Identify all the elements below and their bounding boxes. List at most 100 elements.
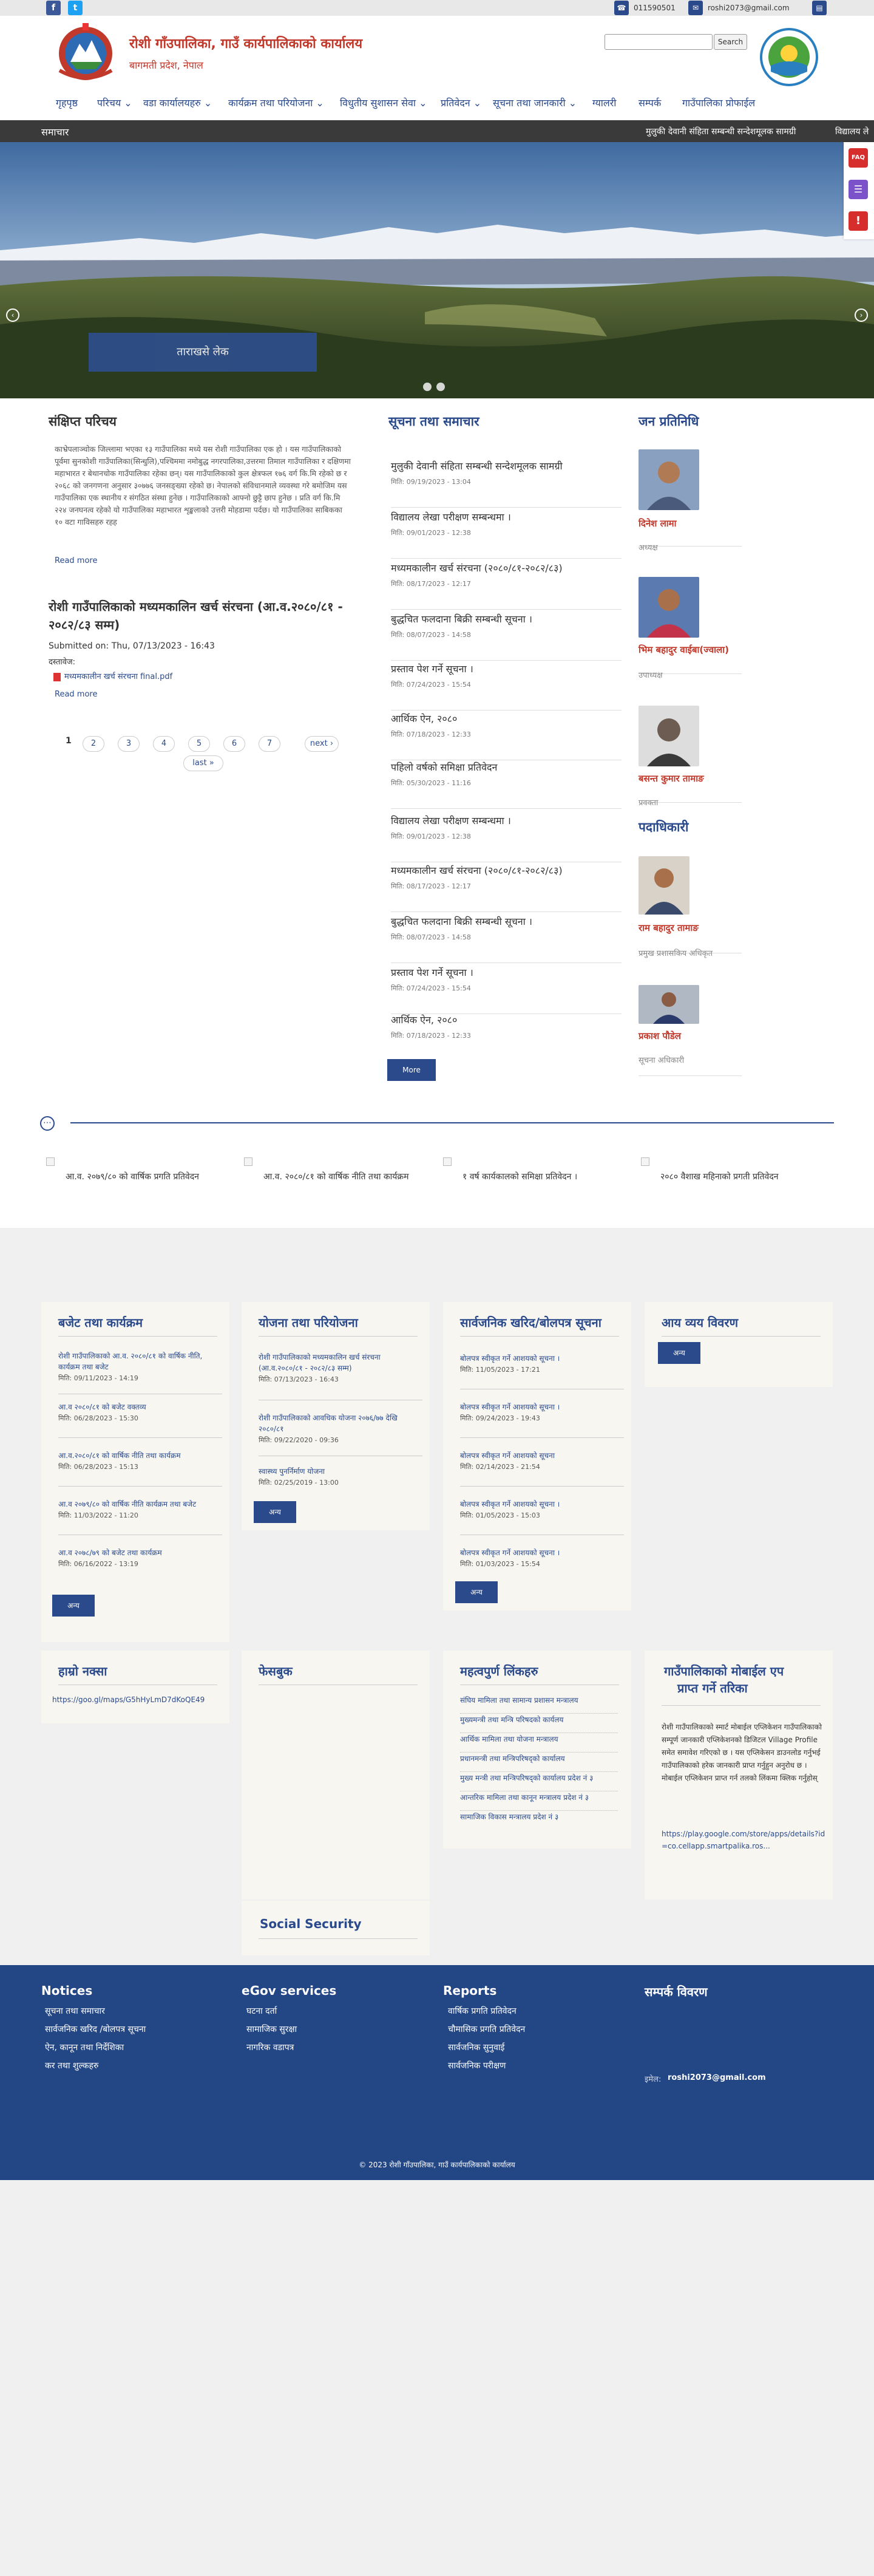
project-item[interactable]: रोशी गाउँपालिकाको मध्यमकालिन खर्च संरचना…: [259, 1352, 422, 1400]
news-item[interactable]: आर्थिक ऐन, २०८० मिति: 07/18/2023 - 12:33: [391, 712, 622, 760]
news-item-title[interactable]: विद्यालय लेखा परीक्षण सम्बन्धमा ।: [391, 814, 511, 827]
news-item-title[interactable]: मुलुकी देवानी संहिता सम्बन्धी सन्देशमूलक…: [391, 459, 563, 472]
procurement-item[interactable]: बोलपत्र स्वीकृत गर्ने आशयको सूचना मिति: 0…: [460, 1450, 624, 1487]
nav-ward-offices[interactable]: वडा कार्यालयहरु ⌄: [143, 96, 212, 109]
search-button[interactable]: Search: [714, 34, 747, 50]
footer-link[interactable]: सार्वजनिक सुनुवाई: [448, 2042, 504, 2053]
news-item-title[interactable]: विद्यालय लेखा परीक्षण सम्बन्धमा ।: [391, 510, 511, 523]
project-item[interactable]: रोशी गाउँपालिकाको आवधिक योजना २०७६/७७ दे…: [259, 1412, 422, 1456]
footer-link[interactable]: कर तथा शुल्कहरु: [45, 2060, 98, 2071]
news-item-title[interactable]: आर्थिक ऐन, २०८०: [391, 1013, 457, 1026]
ticker-item[interactable]: विद्यालय ले: [835, 126, 869, 137]
report-thumb[interactable]: आ.व. २०८०/८१ को वार्षिक नीति तथा कार्यक्…: [244, 1157, 432, 1194]
procurement-item[interactable]: बोलपत्र स्वीकृत गर्ने आशयको सूचना । मिति:…: [460, 1402, 624, 1438]
pager-page[interactable]: 5: [188, 736, 210, 752]
slider-prev-icon[interactable]: ‹: [6, 308, 19, 322]
quick-link[interactable]: आर्थिक मामिला तथा योजना मन्त्रालय: [460, 1733, 618, 1753]
map-link[interactable]: https://goo.gl/maps/G5hHyLmD7dKoQE49: [52, 1695, 205, 1704]
budget-more-button[interactable]: अन्य: [52, 1595, 95, 1617]
footer-link[interactable]: ऐन, कानून तथा निर्देशिका: [45, 2042, 124, 2053]
news-item[interactable]: मुलुकी देवानी संहिता सम्बन्धी सन्देशमूलक…: [391, 459, 622, 508]
nav-reports[interactable]: प्रतिवेदन ⌄: [441, 96, 481, 109]
budget-item-title[interactable]: रोशी गाउँपालिकाको आ.व. २०८०/८१ को वार्षि…: [58, 1351, 222, 1372]
quick-link[interactable]: प्रधानमन्त्री तथा मन्त्रिपरिषद्को कार्या…: [460, 1753, 618, 1772]
pager-page[interactable]: 4: [153, 736, 175, 752]
budget-item-title[interactable]: आ.व २०७८/७९ को बजेट तथा कार्यक्रम: [58, 1547, 222, 1558]
income-more-button[interactable]: अन्य: [658, 1342, 700, 1364]
quick-link[interactable]: मुख्यमन्त्री तथा मन्त्रि परिषदको कार्यलय: [460, 1714, 618, 1733]
footer-link[interactable]: घटना दर्ता: [246, 2005, 277, 2017]
article-file-link[interactable]: मध्यमकालीन खर्च संरचना final.pdf: [53, 670, 172, 681]
nav-profile[interactable]: गाउँपालिका प्रोफाईल: [682, 96, 755, 109]
budget-item-title[interactable]: आ.व २०७९/८० को वार्षिक नीति कार्यक्रम तथ…: [58, 1499, 222, 1510]
news-item-title[interactable]: प्रस्ताव पेश गर्ने सूचना ।: [391, 966, 473, 979]
news-item[interactable]: विद्यालय लेखा परीक्षण सम्बन्धमा । मिति: 0…: [391, 510, 622, 559]
news-item[interactable]: मध्यमकालीन खर्च संरचना (२०८०/८१-२०८२/८३)…: [391, 561, 622, 610]
report-thumb-title[interactable]: आ.व. २०८०/८१ को वार्षिक नीति तथा कार्यक्…: [263, 1171, 421, 1183]
person-name[interactable]: भिम बहादुर वाईबा(ज्वाला): [639, 644, 729, 656]
procurement-item-title[interactable]: बोलपत्र स्वीकृत गर्ने आशयको सूचना ।: [460, 1499, 624, 1510]
nav-gallery[interactable]: ग्यालरी: [592, 96, 616, 109]
report-thumb[interactable]: १ वर्ष कार्यकालको समिक्षा प्रतिवेदन ।: [443, 1157, 631, 1194]
slider-dot[interactable]: [423, 383, 432, 391]
faq-icon[interactable]: FAQ: [849, 148, 868, 168]
footer-email[interactable]: roshi2073@gmail.com: [668, 2073, 766, 2082]
news-item-title[interactable]: बुद्धचित फलदाना बिक्री सम्बन्धी सूचना ।: [391, 612, 532, 625]
quick-link[interactable]: संघिय मामिला तथा सामान्य प्रशासन मन्त्रा…: [460, 1694, 618, 1714]
footer-link[interactable]: सूचना तथा समाचार: [45, 2005, 105, 2017]
project-item-title[interactable]: रोशी गाउँपालिकाको मध्यमकालिन खर्च संरचना…: [259, 1352, 422, 1374]
slider-next-icon[interactable]: ›: [855, 308, 868, 322]
quick-link[interactable]: मुख्य मन्त्री तथा मन्त्रिपरिषद्को कार्या…: [460, 1772, 618, 1791]
person-name[interactable]: राम बहादुर तामाङ: [639, 922, 699, 934]
news-item-title[interactable]: मध्यमकालीन खर्च संरचना (२०८०/८१-२०८२/८३): [391, 561, 563, 574]
search-input[interactable]: [605, 34, 713, 50]
mobile-app-link[interactable]: https://play.google.com/store/apps/detai…: [662, 1828, 825, 1852]
procurement-more-button[interactable]: अन्य: [455, 1581, 498, 1603]
news-item-title[interactable]: आर्थिक ऐन, २०८०: [391, 712, 457, 725]
news-item[interactable]: प्रस्ताव पेश गर्ने सूचना । मिति: 07/24/20…: [391, 966, 622, 1014]
twitter-icon[interactable]: t: [68, 1, 83, 15]
procurement-item-title[interactable]: बोलपत्र स्वीकृत गर्ने आशयको सूचना ।: [460, 1402, 624, 1412]
site-title[interactable]: रोशी गाँउपालिका, गाउँ कार्यपालिकाको कार्…: [129, 34, 362, 52]
footer-link[interactable]: सामाजिक सुरक्षा: [246, 2023, 297, 2035]
news-item[interactable]: बुद्धचित फलदाना बिक्री सम्बन्धी सूचना । म…: [391, 612, 622, 661]
news-item[interactable]: मध्यमकालीन खर्च संरचना (२०८०/८१-२०८२/८३)…: [391, 864, 622, 912]
pager-page[interactable]: 6: [223, 736, 245, 752]
news-item[interactable]: बुद्धचित फलदाना बिक्री सम्बन्धी सूचना । म…: [391, 915, 622, 963]
report-thumb-title[interactable]: १ वर्ष कार्यकालको समिक्षा प्रतिवेदन ।: [462, 1171, 620, 1183]
footer-link[interactable]: वार्षिक प्रगति प्रतिवेदन: [448, 2005, 517, 2017]
person-name[interactable]: प्रकाश पौडेल: [639, 1030, 681, 1042]
procurement-item-title[interactable]: बोलपत्र स्वीकृत गर्ने आशयको सूचना: [460, 1450, 624, 1461]
news-item-title[interactable]: बुद्धचित फलदाना बिक्री सम्बन्धी सूचना ।: [391, 915, 532, 928]
quick-link[interactable]: सामाजिक विकास मन्त्रालय प्रदेश नं ३: [460, 1811, 618, 1830]
nav-contact[interactable]: सम्पर्क: [639, 96, 661, 109]
section-menu-icon[interactable]: ⋯: [40, 1116, 55, 1131]
ticker-item[interactable]: मुलुकी देवानी संहिता सम्बन्धी सन्देशमूलक…: [646, 126, 796, 137]
document-icon[interactable]: ▤: [812, 1, 827, 15]
nav-home[interactable]: गृहपृष्ठ: [56, 96, 78, 109]
budget-item[interactable]: रोशी गाउँपालिकाको आ.व. २०८०/८१ को वार्षि…: [58, 1351, 222, 1394]
project-item-title[interactable]: रोशी गाउँपालिकाको आवधिक योजना २०७६/७७ दे…: [259, 1412, 422, 1434]
pager-last[interactable]: last »: [183, 755, 223, 771]
budget-item[interactable]: आ.व.२०८०/८१ को वार्षिक नीति तथा कार्यक्र…: [58, 1450, 222, 1487]
person-name[interactable]: दिनेश लामा: [639, 517, 677, 530]
nav-programs-projects[interactable]: कार्यक्रम तथा परियोजना ⌄: [228, 96, 324, 109]
article-read-more-link[interactable]: Read more: [55, 690, 97, 699]
news-item[interactable]: आर्थिक ऐन, २०८० मिति: 07/18/2023 - 12:33: [391, 1013, 622, 1061]
news-item-title[interactable]: मध्यमकालीन खर्च संरचना (२०८०/८१-२०८२/८३): [391, 864, 563, 877]
quick-link[interactable]: आन्तरिक मामिला तथा कानून मन्त्रालय प्रदे…: [460, 1791, 618, 1811]
slider-dot[interactable]: [436, 383, 445, 391]
file-name[interactable]: मध्यमकालीन खर्च संरचना final.pdf: [64, 672, 172, 681]
report-thumb-title[interactable]: आ.व. २०७९/८० को वार्षिक प्रगति प्रतिवेदन: [66, 1171, 223, 1183]
pager-next[interactable]: next ›: [305, 736, 339, 752]
project-item[interactable]: स्वास्थ्य पुनर्निर्माण योजना मिति: 02/25/…: [259, 1466, 422, 1500]
pager-page[interactable]: 7: [259, 736, 280, 752]
footer-link[interactable]: चौमासिक प्रगति प्रतिवेदन: [448, 2023, 525, 2035]
social-security-title[interactable]: Social Security: [260, 1917, 362, 1931]
project-item-title[interactable]: स्वास्थ्य पुनर्निर्माण योजना: [259, 1466, 422, 1477]
procurement-item[interactable]: बोलपत्र स्वीकृत गर्ने आशयको सूचना । मिति:…: [460, 1547, 624, 1584]
procurement-item-title[interactable]: बोलपत्र स्वीकृत गर्ने आशयको सूचना ।: [460, 1353, 624, 1364]
procurement-item[interactable]: बोलपत्र स्वीकृत गर्ने आशयको सूचना । मिति:…: [460, 1353, 624, 1389]
projects-more-button[interactable]: अन्य: [254, 1501, 296, 1523]
nav-information[interactable]: सूचना तथा जानकारी ⌄: [493, 96, 577, 109]
